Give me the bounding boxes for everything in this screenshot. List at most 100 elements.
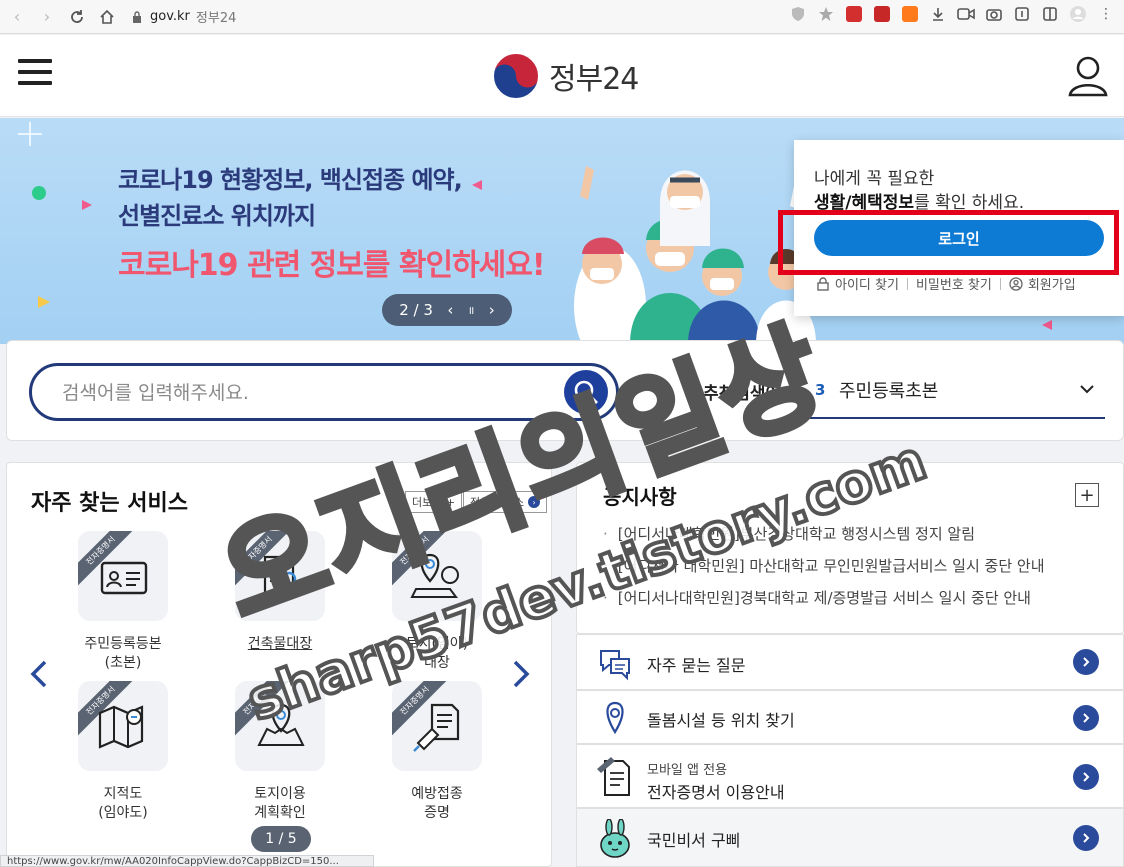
service-label: 건축물대장 — [247, 636, 313, 652]
find-password-link[interactable]: 비밀번호 찾기 — [916, 274, 992, 293]
star-icon[interactable] — [816, 4, 836, 24]
link-mobile-sub: 모바일 앱 전용 — [647, 763, 728, 778]
camera-icon[interactable] — [984, 4, 1004, 24]
triangle-pink-icon — [82, 200, 92, 210]
person-circle-icon — [1009, 276, 1023, 291]
link-faq-text: 자주 묻는 질문 — [647, 656, 746, 675]
search-button[interactable] — [564, 370, 608, 414]
triangle-pink-icon — [1042, 320, 1052, 330]
all-services-button[interactable]: 전체 서비스 › — [463, 491, 548, 513]
site-logo[interactable]: 정부24 — [491, 51, 639, 101]
hamburger-menu-icon[interactable] — [18, 59, 52, 89]
services-prev-arrow-icon[interactable] — [29, 659, 49, 689]
notice-more-button[interactable]: + — [1075, 483, 1099, 507]
service-land-register[interactable]: 전자증명서 토지(임야) 대장 — [367, 531, 507, 673]
service-tile: 전자증명서 — [392, 531, 482, 621]
hero-text-line1: 코로나19 현황정보, 백신접종 예약, — [118, 166, 463, 194]
chevron-right-icon[interactable] — [1073, 649, 1099, 675]
service-label: 토지이용 계획확인 — [254, 786, 306, 821]
address-title: 정부24 — [195, 11, 237, 26]
notice-title: 공지사항 — [603, 485, 677, 509]
find-id-link[interactable]: 아이디 찾기 — [835, 274, 899, 293]
hero-text-line2: 선별진료소 위치까지 — [118, 202, 316, 230]
map-pin-chat-icon — [410, 553, 459, 598]
service-land-use-plan[interactable]: 전자증명서 토지이용 계획확인 — [210, 681, 350, 823]
service-label: 주민등록등본 (초본) — [84, 636, 162, 671]
more-button[interactable]: 더보기 + — [405, 491, 463, 513]
search-panel: 추천검색어 3 주민등록초본 — [6, 340, 1124, 441]
services-next-arrow-icon[interactable] — [511, 659, 531, 689]
video-icon[interactable] — [956, 4, 976, 24]
sidebar-icon[interactable] — [1040, 4, 1060, 24]
address-bar[interactable]: gov.kr 정부24 — [132, 4, 236, 30]
reader-icon[interactable] — [1012, 4, 1032, 24]
link-faq[interactable]: 자주 묻는 질문 — [576, 634, 1124, 690]
lock-icon — [133, 10, 141, 23]
notice-item-text: [어디서나 대학민원] 마산대학교 무인민원발급서비스 일시 중단 안내 — [617, 557, 1045, 575]
reload-icon[interactable] — [64, 4, 90, 30]
profile-icon[interactable] — [1068, 4, 1088, 24]
service-tile: 전자증명서 — [78, 531, 168, 621]
extension-record-icon[interactable] — [872, 4, 892, 24]
home-icon[interactable] — [94, 4, 120, 30]
service-resident-registration[interactable]: 전자증명서 주민등록등본 (초본) — [53, 531, 193, 673]
user-icon[interactable] — [1068, 55, 1108, 97]
service-tile: 전자증명서 — [392, 681, 482, 771]
extension-red-icon[interactable] — [844, 4, 864, 24]
search-box — [29, 363, 619, 421]
frequent-services-title: 자주 찾는 서비스 — [31, 491, 188, 516]
chevron-right-icon[interactable] — [1073, 825, 1099, 851]
service-building-register[interactable]: 전자증명서 건축물대장 — [210, 531, 350, 654]
link-assistant-gubbi[interactable]: 국민비서 구삐 — [576, 808, 1124, 867]
chat-bubbles-icon — [600, 650, 630, 681]
sparkle-icon — [18, 122, 42, 146]
service-label: 지적도 (임야도) — [98, 786, 148, 821]
forward-icon[interactable]: › — [34, 4, 60, 30]
browser-toolbar: ‹ › gov.kr 정부24 ⋮ — [0, 0, 1124, 34]
address-domain: gov.kr — [150, 9, 190, 24]
service-label: 토지(임야) 대장 — [405, 636, 469, 671]
hero-pager: 2 / 3 ‹ ॥ › — [382, 294, 512, 326]
chevron-right-icon[interactable] — [1073, 705, 1099, 731]
link-care-facility-text: 돌봄시설 등 위치 찾기 — [647, 711, 795, 730]
shield-icon[interactable] — [788, 4, 808, 24]
triangle-yellow-icon — [38, 296, 50, 308]
chevron-down-icon[interactable] — [1079, 381, 1095, 397]
id-card-icon — [100, 561, 148, 595]
document-search-icon — [263, 555, 300, 599]
notice-item[interactable]: · [어디서나대학민원]부산경상대학교 행정시스템 정지 알림 — [603, 523, 975, 544]
link-care-facility[interactable]: 돌봄시설 등 위치 찾기 — [576, 690, 1124, 744]
back-icon[interactable]: ‹ — [4, 4, 30, 30]
extension-orange-icon[interactable] — [900, 4, 920, 24]
notice-item[interactable]: · [어디서나 대학민원] 마산대학교 무인민원발급서비스 일시 중단 안내 — [603, 555, 1045, 576]
hero-prev-button[interactable]: ‹ — [447, 301, 453, 319]
signup-link[interactable]: 회원가입 — [1028, 274, 1076, 293]
download-icon[interactable] — [928, 4, 948, 24]
logo-text: 정부24 — [549, 62, 639, 97]
dot-green-icon — [32, 186, 46, 200]
hero-pause-button[interactable]: ॥ — [468, 303, 475, 318]
mobile-document-icon — [597, 757, 630, 796]
recommended-keyword[interactable]: 주민등록초본 — [839, 377, 938, 403]
notice-item[interactable]: · [어디서나대학민원]경북대학교 제/증명발급 서비스 일시 중단 안내 — [603, 587, 1031, 608]
chevron-right-icon[interactable] — [1073, 764, 1099, 790]
hero-next-button[interactable]: › — [489, 301, 495, 319]
service-cadastral-map[interactable]: 전자증명서 지적도 (임야도) — [53, 681, 193, 823]
service-tile: 전자증명서 — [235, 531, 325, 621]
taegeuk-logo-icon — [492, 52, 540, 100]
frequent-services-panel: 자주 찾는 서비스 더보기 + 전체 서비스 › 전자증명서 주민등록등본 (초본… — [6, 462, 552, 867]
notice-item-text: [어디서나대학민원]경북대학교 제/증명발급 서비스 일시 중단 안내 — [617, 589, 1031, 607]
folded-map-icon — [98, 705, 144, 749]
search-input[interactable] — [62, 380, 542, 406]
service-vaccination-certificate[interactable]: 전자증명서 예방접종 증명 — [367, 681, 507, 823]
recommended-search-select[interactable]: 3 주민등록초본 — [803, 367, 1105, 419]
service-label: 예방접종 증명 — [411, 786, 463, 821]
recommended-search-label: 추천검색어 — [703, 384, 782, 404]
location-pin-icon — [606, 701, 624, 735]
link-mobile-main: 전자증명서 이용안내 — [647, 783, 785, 802]
menu-dots-icon[interactable]: ⋮ — [1096, 4, 1116, 24]
site-header: 정부24 — [0, 35, 1124, 117]
browser-status-url: https://www.gov.kr/mw/AA020InfoCappView.… — [0, 855, 374, 867]
notice-panel: 공지사항 + · [어디서나대학민원]부산경상대학교 행정시스템 정지 알림 ·[… — [576, 462, 1124, 634]
link-mobile-certificate[interactable]: 모바일 앱 전용 전자증명서 이용안내 — [576, 744, 1124, 808]
